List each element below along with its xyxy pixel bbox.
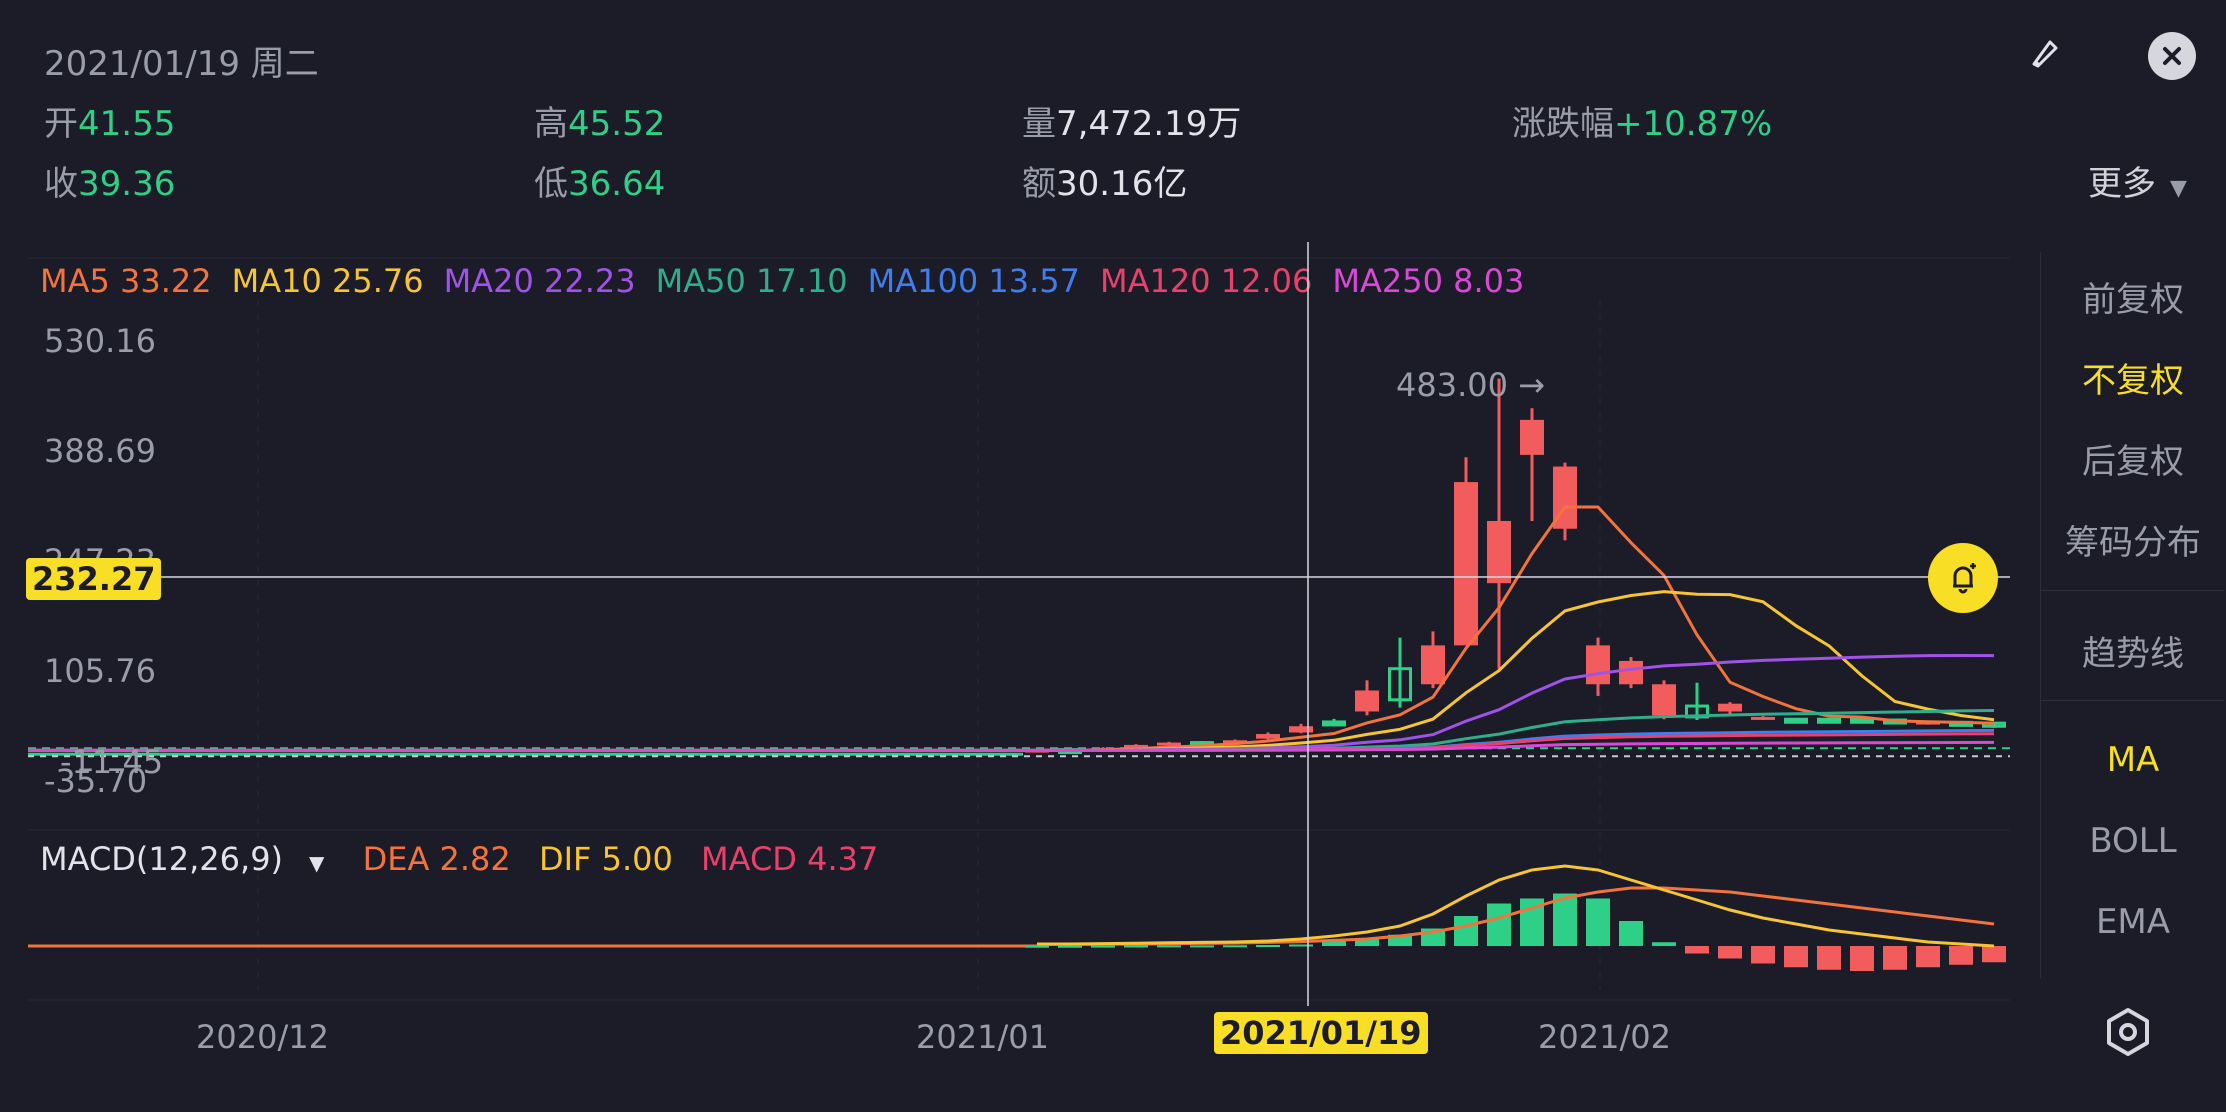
arrow-right-icon: → xyxy=(1507,366,1545,404)
candle-body xyxy=(1718,703,1742,712)
candle-body xyxy=(1289,726,1313,733)
max-price-annotation: 483.00 → xyxy=(1396,366,1545,404)
candle-body xyxy=(1520,419,1544,455)
macd-bar xyxy=(1157,945,1181,948)
macd-bar xyxy=(1685,946,1709,954)
backward-adjust-button[interactable]: 后复权 xyxy=(2040,434,2226,483)
macd-bar xyxy=(1916,946,1940,968)
macd-bar xyxy=(1652,942,1676,946)
candle-body xyxy=(1421,645,1445,685)
y-tick-label: 388.69 xyxy=(44,432,156,470)
max-price-value: 483.00 xyxy=(1396,366,1508,404)
no-adjust-button[interactable]: 不复权 xyxy=(2040,353,2226,402)
macd-bar xyxy=(1289,944,1313,947)
x-tick-feb: 2021/02 xyxy=(1538,1018,1671,1056)
close-icon[interactable] xyxy=(2148,32,2196,80)
macd-bar xyxy=(1058,945,1082,948)
macd-legend: MACD(12,26,9) ▼ DEA 2.82 DIF 5.00 MACD 4.… xyxy=(40,840,896,878)
x-tick-jan: 2021/01 xyxy=(916,1018,1049,1056)
x-tick-dec: 2020/12 xyxy=(196,1018,329,1056)
macd-bar xyxy=(1949,946,1973,965)
macd-value: MACD 4.37 xyxy=(701,840,879,878)
macd-bar xyxy=(1091,945,1115,948)
dea-line xyxy=(1037,886,1995,946)
macd-bar xyxy=(1223,945,1247,948)
candle-body xyxy=(1256,734,1280,739)
macd-bar xyxy=(1718,946,1742,959)
macd-bar xyxy=(1487,903,1511,946)
candle-body xyxy=(1157,742,1181,746)
ma-line xyxy=(28,505,1995,752)
ma-indicator-button[interactable]: MA xyxy=(2040,740,2226,780)
macd-bar xyxy=(1817,946,1841,970)
bell-alert-icon[interactable] xyxy=(1928,543,1998,613)
y-tick-label: -35.70 xyxy=(44,762,148,800)
candle-body xyxy=(1751,716,1775,720)
trendline-button[interactable]: 趋势线 xyxy=(2040,626,2226,675)
macd-bar xyxy=(1883,946,1907,970)
macd-bar xyxy=(1850,946,1874,971)
boll-indicator-button[interactable]: BOLL xyxy=(2040,821,2226,861)
chevron-down-icon: ▼ xyxy=(2170,176,2187,201)
candle-body xyxy=(1586,645,1610,685)
ma-line xyxy=(28,590,1995,752)
macd-bar xyxy=(1619,921,1643,946)
caret-down-icon: ▼ xyxy=(309,851,325,875)
macd-bar xyxy=(1124,945,1148,948)
candle-body xyxy=(1355,690,1379,712)
macd-bar xyxy=(1751,946,1775,964)
divider xyxy=(2040,700,2224,701)
candle-body xyxy=(1454,482,1478,646)
kline-chart[interactable] xyxy=(0,0,2040,1112)
candle-body xyxy=(1619,660,1643,685)
more-button[interactable]: 更多 ▼ xyxy=(2088,156,2187,205)
y-tick-label: 530.16 xyxy=(44,322,156,360)
settings-icon[interactable] xyxy=(2100,1004,2156,1060)
ema-indicator-button[interactable]: EMA xyxy=(2040,902,2226,942)
y-tick-label: 105.76 xyxy=(44,652,156,690)
macd-indicator-select[interactable]: MACD(12,26,9) ▼ xyxy=(40,840,342,878)
more-label: 更多 xyxy=(2088,164,2156,204)
macd-bar xyxy=(1982,946,2006,963)
macd-title: MACD(12,26,9) xyxy=(40,840,284,878)
divider xyxy=(2040,590,2224,591)
macd-bar xyxy=(1784,946,1808,968)
candle-body xyxy=(1850,717,1874,724)
macd-bar xyxy=(1190,945,1214,948)
candle-body xyxy=(1652,684,1676,716)
candle-body xyxy=(1817,717,1841,724)
candle-body xyxy=(1487,520,1511,584)
forward-adjust-button[interactable]: 前复权 xyxy=(2040,272,2226,321)
macd-bar xyxy=(1586,898,1610,946)
chip-distribution-button[interactable]: 筹码分布 xyxy=(2040,515,2226,564)
crosshair-date-badge: 2021/01/19 xyxy=(1214,1012,1428,1054)
macd-bar xyxy=(1256,945,1280,947)
macd-bar xyxy=(1025,945,1049,948)
candle-body xyxy=(1322,720,1346,727)
macd-bar xyxy=(1454,916,1478,946)
macd-dea: DEA 2.82 xyxy=(362,840,511,878)
candle-body xyxy=(1784,717,1808,724)
macd-dif: DIF 5.00 xyxy=(538,840,673,878)
crosshair-price-badge: 232.27 xyxy=(26,558,162,600)
